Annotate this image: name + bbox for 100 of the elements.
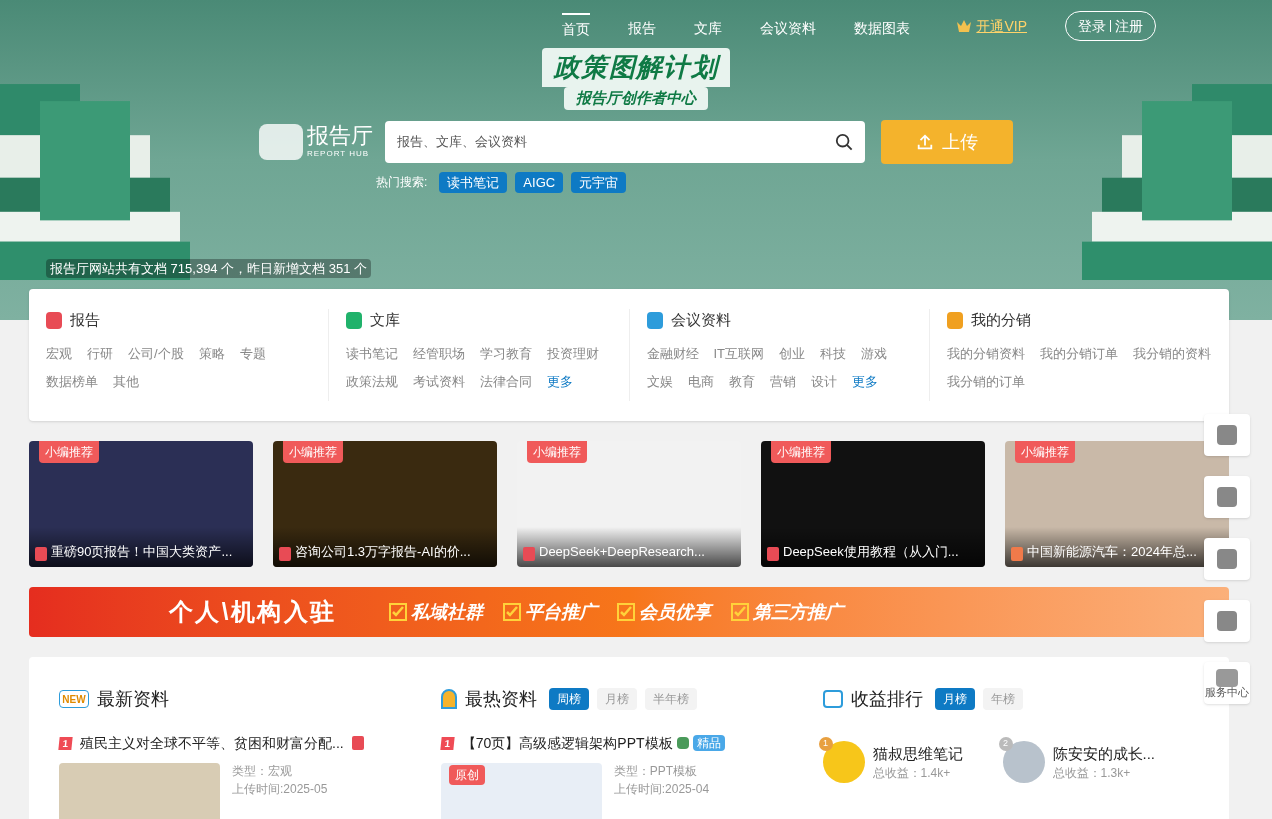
vip-link[interactable]: 开通VIP [976, 16, 1027, 36]
category-title[interactable]: 报告 [70, 309, 100, 332]
category-link[interactable]: 我的分销资料 [946, 343, 1025, 363]
nav-link[interactable]: 会议资料 [760, 14, 817, 38]
category-link[interactable]: 考试资料 [413, 372, 466, 392]
nav-link[interactable]: 首页 [562, 13, 591, 39]
featured-card[interactable]: 小编推荐 咨询公司1.3万字报告-AI的价... [273, 441, 497, 567]
logo-icon [259, 123, 303, 160]
avatar[interactable] [822, 741, 865, 783]
hot-search-tag[interactable]: 读书笔记 [439, 171, 508, 193]
featured-card[interactable]: 小编推荐 DeepSeek使用教程（从入门... [761, 441, 985, 567]
category-link[interactable]: IT互联网 [713, 343, 765, 363]
category-icon [346, 311, 363, 329]
check-icon [731, 603, 749, 621]
category-link[interactable]: 电商 [687, 372, 714, 392]
author-name[interactable]: 陈安安的成长... [1052, 742, 1155, 766]
section-title: 最新资料 [97, 688, 169, 711]
category-link[interactable]: 数据榜单 [46, 372, 98, 392]
rank-badge: 1 [58, 736, 73, 750]
category-link[interactable]: 游戏 [861, 343, 888, 363]
category-title[interactable]: 会议资料 [670, 309, 731, 332]
author-income: 总收益：1.4k+ [872, 765, 952, 782]
category-link[interactable]: 读书笔记 [346, 343, 399, 363]
document-type: 类型：PPT模板 [613, 763, 699, 779]
ranking-tab[interactable]: 月榜 [934, 688, 975, 710]
nav-link[interactable]: 报告 [628, 14, 657, 38]
hero-headline: 政策图解计划 [542, 48, 730, 87]
ranking-tab[interactable]: 月榜 [596, 688, 637, 710]
category-link[interactable]: 我的分销订单 [1039, 343, 1118, 363]
category-link[interactable]: 政策法规 [346, 372, 399, 392]
category-icon [946, 311, 963, 329]
category-link[interactable]: 营销 [769, 372, 796, 392]
original-tag: 原创 [448, 765, 485, 785]
mail-button[interactable] [1204, 600, 1250, 642]
ranking-tab[interactable]: 半年榜 [644, 688, 697, 710]
category-link[interactable]: 教育 [728, 372, 755, 392]
nav-link[interactable]: 文库 [694, 14, 723, 38]
category-link[interactable]: 设计 [810, 372, 837, 392]
category-link[interactable]: 公司/个股 [128, 343, 184, 363]
service-center-label: 服务中心 [1205, 686, 1249, 698]
hot-search-label: 热门搜索: [376, 174, 428, 191]
category-link[interactable]: 专题 [239, 343, 266, 363]
featured-card[interactable]: 小编推荐 中国新能源汽车：2024年总... [1005, 441, 1229, 567]
category-link[interactable]: 行研 [87, 343, 113, 363]
headset-button[interactable] [1204, 414, 1250, 456]
category-link[interactable]: 我分销的资料 [1132, 343, 1211, 363]
editor-pick-badge: 小编推荐 [771, 441, 831, 463]
search-icon[interactable] [835, 132, 853, 151]
category-link[interactable]: 经管职场 [413, 343, 466, 363]
avatar[interactable] [1002, 741, 1045, 783]
upload-icon [916, 132, 934, 151]
category-link[interactable]: 投资理财 [547, 343, 600, 363]
rank-medal: 1 [818, 737, 833, 751]
upload-time: 上传时间:2025-04 [613, 781, 710, 797]
category-link[interactable]: 更多 [547, 372, 574, 392]
category-link[interactable]: 其他 [113, 372, 139, 392]
category-title[interactable]: 文库 [370, 309, 401, 332]
category-link[interactable]: 策略 [198, 343, 225, 363]
category-link[interactable]: 学习教育 [480, 343, 533, 363]
category-link[interactable]: 更多 [851, 372, 878, 392]
chat-button[interactable] [1204, 538, 1250, 580]
hot-search-tag[interactable]: 元宇宙 [571, 171, 627, 193]
category-link[interactable]: 我分销的订单 [946, 372, 1025, 392]
register-link[interactable]: 注册 [1115, 16, 1143, 36]
category-icon [46, 311, 62, 329]
ranking-tab[interactable]: 周榜 [548, 688, 589, 710]
category-link[interactable]: 宏观 [46, 343, 72, 363]
document-cover[interactable]: 原创 [440, 763, 602, 819]
section-title: 收益排行 [850, 688, 923, 711]
crown-icon [956, 19, 973, 33]
category-link[interactable]: 金融财经 [646, 343, 699, 363]
featured-card[interactable]: 小编推荐 DeepSeek+DeepResearch... [517, 441, 741, 567]
featured-title: 咨询公司1.3万字报告-AI的价... [295, 542, 471, 561]
category-link[interactable]: 科技 [820, 343, 847, 363]
featured-title: DeepSeek+DeepResearch... [539, 542, 705, 561]
author-name[interactable]: 猫叔思维笔记 [872, 742, 963, 766]
section-title: 最热资料 [464, 688, 537, 711]
check-icon [503, 603, 521, 621]
document-title[interactable]: 【70页】高级感逻辑架构PPT模板 [461, 733, 673, 753]
upload-time: 上传时间:2025-05 [232, 781, 328, 797]
category-link[interactable]: 文娱 [646, 372, 673, 392]
promo-title: 个人\机构入驻 [169, 597, 338, 627]
hot-search-tag[interactable]: AIGC [515, 171, 564, 193]
check-icon [389, 603, 407, 621]
service-center-button[interactable]: 服务中心 [1204, 662, 1250, 704]
featured-card[interactable]: 小编推荐 重磅90页报告！中国大类资产... [29, 441, 253, 567]
editor-pick-badge: 小编推荐 [39, 441, 99, 463]
nav-link[interactable]: 数据图表 [854, 14, 911, 38]
logo-tagline: REPORT HUB [307, 147, 371, 160]
h5-button[interactable] [1204, 476, 1250, 518]
document-title[interactable]: 殖民主义对全球不平等、贫困和财富分配... [80, 733, 344, 753]
featured-title: 中国新能源汽车：2024年总... [1027, 542, 1197, 561]
category-link[interactable]: 法律合同 [480, 372, 533, 392]
category-link[interactable]: 创业 [779, 343, 806, 363]
search-field[interactable]: 报告、文库、会议资料 [385, 120, 865, 163]
logo-name: 报告厅 [307, 123, 373, 148]
ranking-tab[interactable]: 年榜 [982, 688, 1023, 710]
login-link[interactable]: 登录 [1078, 16, 1106, 36]
promo-banner[interactable]: 个人\机构入驻 私域社群 平台推广 会员优享 第三方推广 [29, 587, 1229, 637]
category-title[interactable]: 我的分销 [970, 309, 1031, 332]
